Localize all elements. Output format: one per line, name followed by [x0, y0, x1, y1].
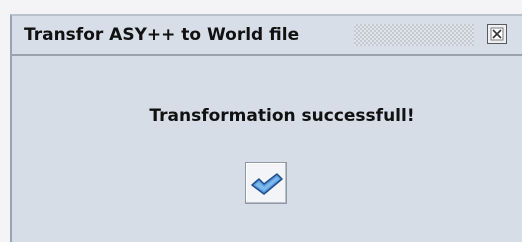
close-button[interactable] — [487, 24, 507, 44]
dialog-window: Transfor ASY++ to World file Transformat… — [10, 14, 522, 242]
status-message: Transformation successfull! — [149, 106, 415, 126]
title-bar[interactable]: Transfor ASY++ to World file — [12, 16, 522, 56]
window-title: Transfor ASY++ to World file — [24, 25, 300, 45]
title-bar-grip[interactable] — [354, 24, 474, 46]
ok-button[interactable] — [245, 162, 287, 204]
